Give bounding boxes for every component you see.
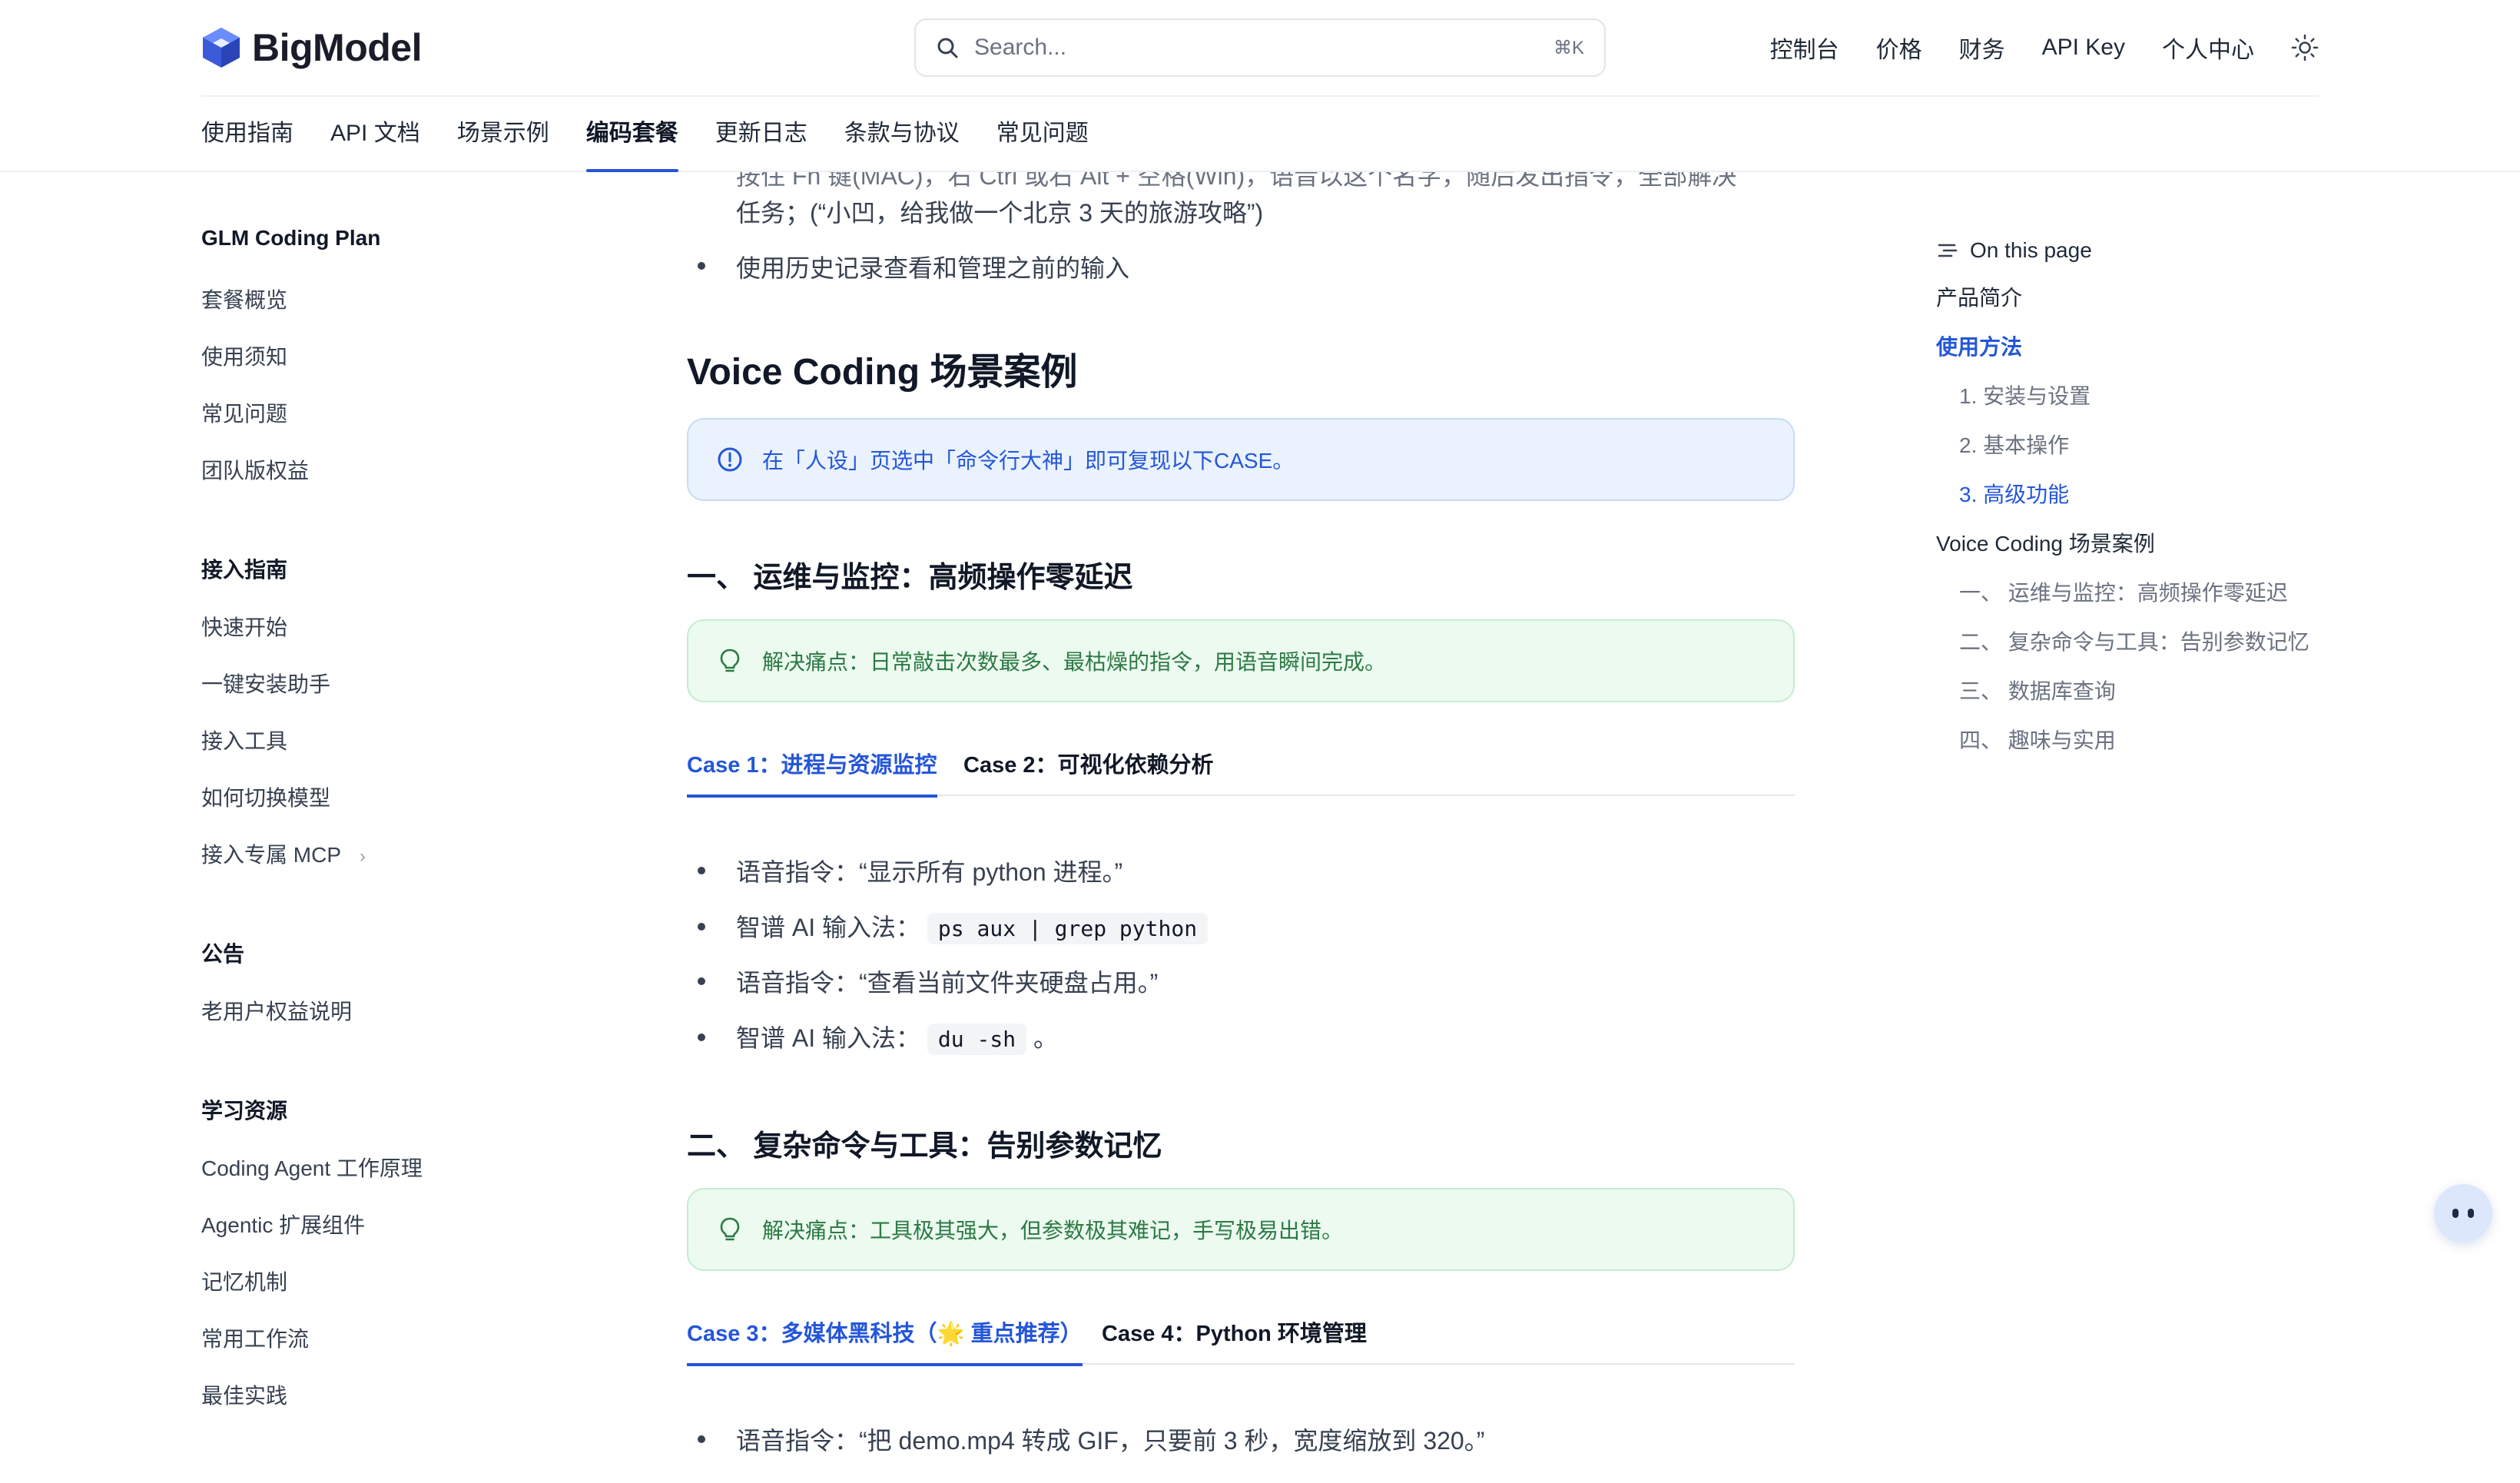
list-bullet — [698, 262, 705, 270]
sidebar-item-mcp[interactable]: 接入专属 MCP › — [201, 838, 366, 869]
list-item: 语音指令：“把 demo.mp4 转成 GIF，只要前 3 秒，宽度缩放到 32… — [736, 1427, 1485, 1455]
tab-coding-plan[interactable]: 编码套餐 — [585, 95, 678, 172]
sidebar-item-agentic-components[interactable]: Agentic 扩展组件 — [201, 1209, 365, 1239]
list-item: 使用历史记录查看和管理之前的输入 — [736, 254, 1130, 282]
sidebar-item-team-benefits[interactable]: 团队版权益 — [201, 454, 309, 485]
tab-changelog[interactable]: 更新日志 — [715, 95, 807, 172]
list-item: 语音指令：“显示所有 python 进程。” — [736, 858, 1123, 886]
search-shortcut: ⌘K — [1553, 37, 1584, 58]
tab-case-4[interactable]: Case 4：Python 环境管理 — [1102, 1303, 1367, 1365]
list-item: 语音指令：“查看当前文件夹硬盘占用。” — [736, 969, 1159, 997]
toc-item[interactable]: 三、 数据库查询 — [1959, 675, 2116, 705]
list-bullet — [698, 1033, 705, 1041]
list-bullet — [698, 867, 705, 874]
sidebar-item-workflows[interactable]: 常用工作流 — [201, 1322, 309, 1353]
section-heading: Voice Coding 场景案例 — [687, 352, 1078, 393]
search-box[interactable]: Search... ⌘K — [914, 18, 1606, 77]
toc-item[interactable]: 二、 复杂命令与工具：告别参数记忆 — [1959, 625, 2309, 656]
sidebar-group-title: GLM Coding Plan — [201, 226, 381, 250]
nav-api-key[interactable]: API Key — [2042, 35, 2125, 61]
toc-item[interactable]: Voice Coding 场景案例 — [1936, 527, 2155, 558]
list-bullet — [698, 1435, 705, 1443]
case-tabs: Case 3：多媒体黑科技（🌟 重点推荐） Case 4：Python 环境管理 — [687, 1303, 1795, 1366]
partial-text: 按住 Fn 键(MAC)，右 Ctrl 或右 Alt + 空格(Win)，语音以… — [736, 172, 1737, 190]
sidebar-item-best-practices[interactable]: 最佳实践 — [201, 1379, 287, 1410]
toc-title: On this page — [1970, 238, 2092, 262]
list-bullet — [698, 977, 705, 985]
info-icon — [718, 447, 742, 472]
tab-faq[interactable]: 常见问题 — [996, 95, 1089, 172]
tab-case-3[interactable]: Case 3：多媒体黑科技（🌟 重点推荐） — [687, 1303, 1083, 1366]
inline-code: du -sh — [927, 1024, 1027, 1055]
sidebar-item-usage-notes[interactable]: 使用须知 — [201, 340, 287, 371]
lightbulb-icon — [720, 649, 740, 672]
sidebar-group-title: 公告 — [201, 942, 245, 966]
top-header: BigModel Search... ⌘K 控制台 价格 财务 API Key … — [0, 0, 2520, 172]
logo-hexagon-icon — [203, 28, 240, 68]
tip-callout: 解决痛点：日常敲击次数最多、最枯燥的指令，用语音瞬间完成。 — [687, 619, 1795, 702]
toc-item[interactable]: 四、 趣味与实用 — [1959, 724, 2116, 755]
tab-scenarios[interactable]: 场景示例 — [457, 95, 549, 172]
assistant-eye-icon — [2452, 1209, 2459, 1218]
sidebar-item-integration-tools[interactable]: 接入工具 — [201, 725, 287, 755]
tip-callout: 解决痛点：工具极其强大，但参数极其难记，手写极易出错。 — [687, 1188, 1795, 1271]
list-icon — [1938, 244, 1958, 257]
list-item-suffix: 。 — [1033, 1024, 1058, 1052]
sidebar-item-legacy-benefits[interactable]: 老用户权益说明 — [201, 995, 352, 1026]
sidebar-item-switch-model[interactable]: 如何切换模型 — [201, 781, 330, 812]
inline-code: ps aux | grep python — [927, 913, 1209, 944]
sidebar-item-plan-overview[interactable]: 套餐概览 — [201, 284, 287, 314]
toc-item[interactable]: 3. 高级功能 — [1959, 478, 2069, 509]
tab-api-docs[interactable]: API 文档 — [330, 95, 420, 172]
nav-finance[interactable]: 财务 — [1959, 31, 2005, 65]
list-item: 智谱 AI 输入法： ps aux | grep python — [736, 908, 1209, 944]
sidebar-item-faq[interactable]: 常见问题 — [201, 397, 287, 428]
nav-console[interactable]: 控制台 — [1770, 31, 1839, 65]
tab-terms[interactable]: 条款与协议 — [844, 95, 960, 172]
callout-text: 解决痛点：工具极其强大，但参数极其难记，手写极易出错。 — [762, 1219, 1344, 1242]
list-bullet — [698, 923, 705, 931]
nav-pricing[interactable]: 价格 — [1876, 31, 1922, 65]
toc-item[interactable]: 使用方法 — [1936, 330, 2022, 361]
subsection-heading: 一、 运维与监控：高频操作零延迟 — [687, 562, 1133, 594]
assistant-eye-icon — [2468, 1209, 2474, 1218]
main-content: 按住 Fn 键(MAC)，右 Ctrl 或右 Alt + 空格(Win)，语音以… — [687, 172, 1798, 1483]
toc-item[interactable]: 产品简介 — [1936, 281, 2022, 312]
toc-item[interactable]: 1. 安装与设置 — [1959, 380, 2091, 410]
list-item-label: 智谱 AI 输入法： — [736, 1024, 921, 1052]
sidebar-item-install-assistant[interactable]: 一键安装助手 — [201, 668, 330, 698]
chevron-right-icon: › — [360, 846, 366, 867]
doc-tabs: 使用指南 API 文档 场景示例 编码套餐 更新日志 条款与协议 常见问题 — [201, 95, 1126, 172]
subsection-heading: 二、 复杂命令与工具：告别参数记忆 — [687, 1130, 1162, 1163]
search-icon — [937, 38, 958, 58]
toc-header: On this page — [1936, 238, 2092, 263]
top-nav: 控制台 价格 财务 API Key 个人中心 — [1733, 26, 2319, 69]
info-callout: 在「人设」页选中「命令行大神」即可复现以下CASE。 — [687, 418, 1795, 501]
callout-text: 解决痛点：日常敲击次数最多、最枯燥的指令，用语音瞬间完成。 — [762, 650, 1387, 674]
search-placeholder: Search... — [974, 35, 1067, 60]
tab-case-1[interactable]: Case 1：进程与资源监控 — [687, 735, 937, 798]
callout-text: 在「人设」页选中「命令行大神」即可复现以下CASE。 — [762, 449, 1295, 473]
sidebar-item-quick-start[interactable]: 快速开始 — [201, 611, 287, 642]
tab-case-2[interactable]: Case 2：可视化依赖分析 — [963, 735, 1214, 796]
toc-item[interactable]: 2. 基本操作 — [1959, 429, 2069, 459]
sidebar-group-title: 接入指南 — [201, 558, 288, 582]
logo[interactable]: BigModel — [201, 26, 422, 69]
sidebar-item-label: 接入专属 MCP — [201, 843, 342, 867]
logo-text: BigModel — [252, 26, 422, 69]
case-tabs: Case 1：进程与资源监控 Case 2：可视化依赖分析 — [687, 735, 1795, 798]
assistant-bubble-button[interactable] — [2434, 1184, 2492, 1242]
nav-profile[interactable]: 个人中心 — [2162, 31, 2254, 65]
sun-icon[interactable] — [2291, 34, 2319, 61]
toc-item[interactable]: 一、 运维与监控：高频操作零延迟 — [1959, 576, 2288, 607]
tab-guide[interactable]: 使用指南 — [201, 95, 293, 172]
paragraph-text: 任务；(“小凹，给我做一个北京 3 天的旅游攻略”) — [736, 199, 1264, 227]
sidebar-item-agent-principles[interactable]: Coding Agent 工作原理 — [201, 1152, 423, 1183]
list-item: 智谱 AI 输入法： du -sh 。 — [736, 1019, 1058, 1055]
list-item-label: 智谱 AI 输入法： — [736, 914, 921, 941]
sidebar-group-title: 学习资源 — [201, 1099, 288, 1123]
lightbulb-icon — [720, 1217, 740, 1241]
sidebar-item-memory[interactable]: 记忆机制 — [201, 1266, 287, 1296]
